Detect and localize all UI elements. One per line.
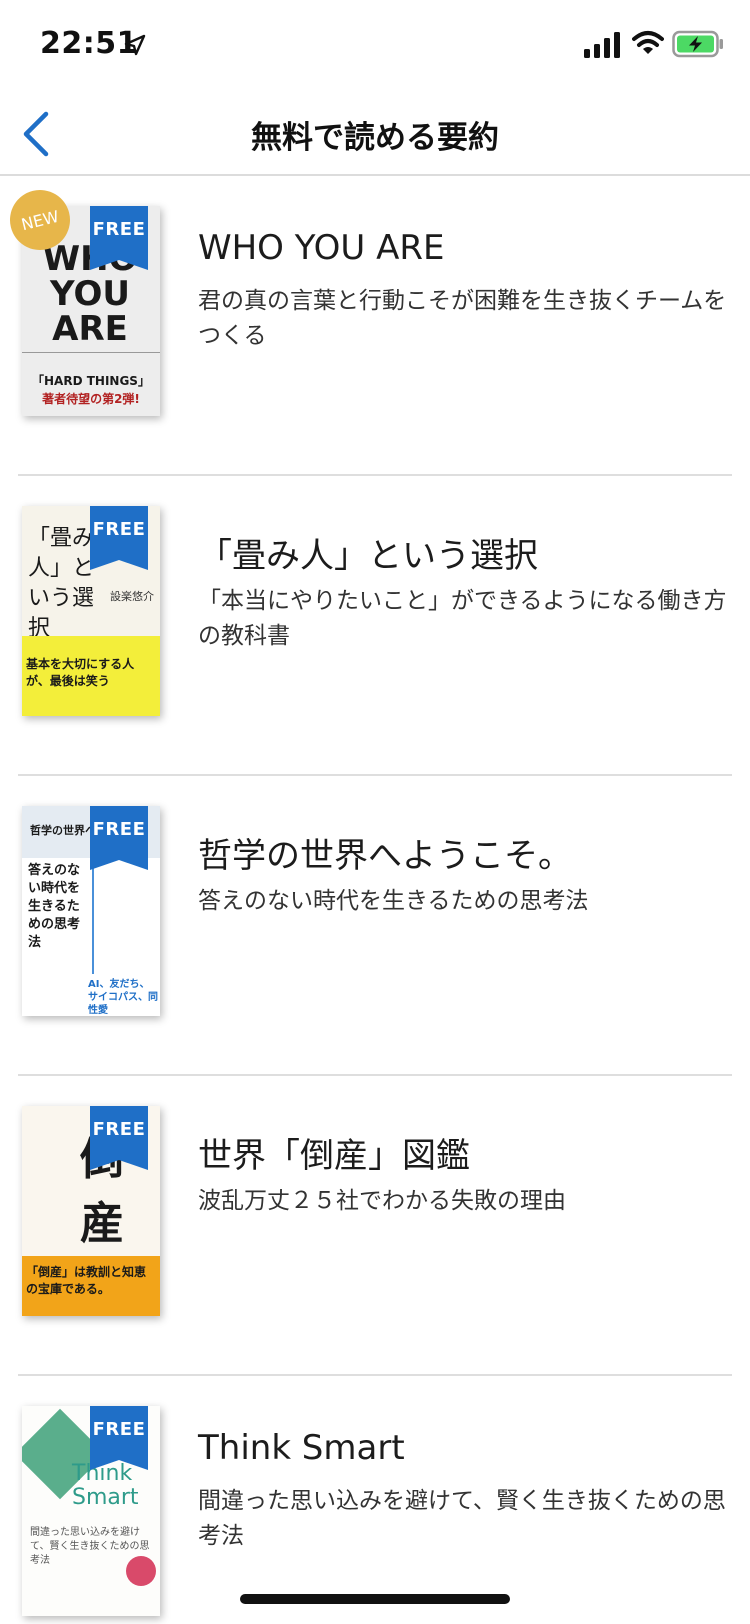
cover-step-list [92,866,154,974]
cover-bottom-text: AI、友だち、サイコパス、同性愛 [88,979,158,1016]
item-title: 「畳み人」という選択 [198,536,538,576]
wifi-icon [632,31,664,54]
cover-banner-text: 「HARD THINGS」 [32,374,150,388]
free-badge: FREE [90,506,148,570]
cover-red-seal [126,1556,156,1586]
item-subtitle: 答えのない時代を生きるための思考法 [198,888,589,914]
item-title: 世界「倒産」図鑑 [198,1136,470,1176]
item-subtitle: 波乱万丈２５社でわかる失敗の理由 [198,1188,566,1214]
item-title: 哲学の世界へようこそ。 [198,836,572,876]
free-badge: FREE [90,1406,148,1470]
cover-rule [22,352,160,353]
free-badge: FREE [90,1106,148,1170]
signal-bars-icon [584,32,620,58]
free-badge: FREE [90,206,148,270]
list-item[interactable]: 「畳み人」という選択 設楽悠介 基本を大切にする人が、最後は笑う FREE 「畳… [0,476,750,776]
list-item[interactable]: 哲学の世界へ 答えのない時代を生きるための思考法 AI、友だち、サイコパス、同性… [0,776,750,1076]
status-bar: 22:51 [0,0,750,90]
cover-tagline-text: 基本を大切にする人が、最後は笑う [26,657,135,688]
item-title: Think Smart [198,1428,405,1468]
list-item[interactable]: 倒産 「倒産」は教訓と知恵の宝庫である。 FREE 世界「倒産」図鑑 波乱万丈２… [0,1076,750,1376]
book-list: WHO YOU ARE 「HARD THINGS」 著者待望の第2弾! NEW … [0,176,750,1624]
list-item[interactable]: WHO YOU ARE 「HARD THINGS」 著者待望の第2弾! NEW … [0,176,750,476]
cover-tagline-text: 「倒産」は教訓と知恵の宝庫である。 [26,1265,147,1296]
item-subtitle: 「本当にやりたいこと」ができるようになる働き方の教科書 [198,588,727,649]
cover-tagline-text: 著者待望の第2弾! [42,392,140,406]
cover-author-text: 設楽悠介 [110,590,154,603]
location-arrow-icon [124,34,146,56]
page-title: 無料で読める要約 [251,120,499,156]
item-subtitle: 君の真の言葉と行動こそが困難を生き抜くチームをつくる [198,288,727,349]
navigation-bar: 無料で読める要約 [0,90,750,176]
cover-main-text: 答えのない時代を生きるための思考法 [28,863,81,950]
battery-charging-icon [672,30,723,58]
home-indicator[interactable] [240,1594,510,1604]
free-badge: FREE [90,806,148,870]
item-title: WHO YOU ARE [198,228,445,268]
item-subtitle: 間違った思い込みを避けて、賢く生き抜くための思考法 [198,1488,726,1549]
list-item[interactable]: Think Smart 間違った思い込みを避けて、賢く生き抜くための思考法 FR… [0,1376,750,1624]
